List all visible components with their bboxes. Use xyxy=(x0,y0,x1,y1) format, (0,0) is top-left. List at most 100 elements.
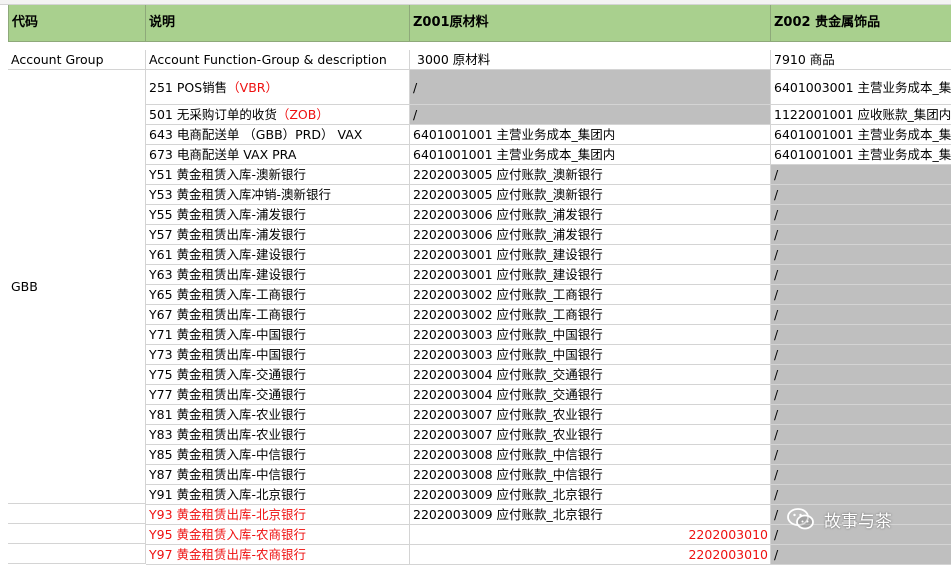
cell-z002-account[interactable]: / xyxy=(771,385,951,405)
cell-z001-account[interactable]: 2202003007 应付账款_农业银行 xyxy=(410,425,771,445)
header-cell-code[interactable]: 代码 xyxy=(8,5,146,42)
description-text: 643 电商配送单 （GBB）PRD） VAX xyxy=(149,127,363,142)
cell-description[interactable]: Y61 黄金租赁入库-建设银行 xyxy=(146,245,410,265)
cell-description[interactable]: Y51 黄金租赁入库-澳新银行 xyxy=(146,165,410,185)
cell-a-empty[interactable] xyxy=(8,504,146,524)
cell-description[interactable]: Y81 黄金租赁入库-农业银行 xyxy=(146,405,410,425)
cell-z001-account[interactable]: 2202003002 应付账款_工商银行 xyxy=(410,285,771,305)
cell-description[interactable]: Y87 黄金租赁出库-中信银行 xyxy=(146,465,410,485)
cell-description[interactable]: Y63 黄金租赁出库-建设银行 xyxy=(146,265,410,285)
header-cell-z001[interactable]: Z001原材料 xyxy=(410,5,771,42)
cell-z001-account[interactable]: 6401001001 主营业务成本_集团内 xyxy=(410,145,771,165)
cell-z002-account[interactable]: / xyxy=(771,225,951,245)
description-text: Y55 黄金租赁入库-浦发银行 xyxy=(149,207,307,222)
description-text: Y83 黄金租赁出库-农业银行 xyxy=(149,427,307,442)
cell-account-group-a[interactable]: Account Group xyxy=(8,50,146,70)
cell-z001-account[interactable]: 2202003007 应付账款_农业银行 xyxy=(410,405,771,425)
cell-z002-account[interactable]: / xyxy=(771,545,951,565)
description-text: Y65 黄金租赁入库-工商银行 xyxy=(149,287,307,302)
cell-z001-account[interactable]: / xyxy=(410,105,771,125)
cell-description[interactable]: Y91 黄金租赁入库-北京银行 xyxy=(146,485,410,505)
cell-z001-account[interactable]: 2202003006 应付账款_浦发银行 xyxy=(410,205,771,225)
cell-description[interactable]: 673 电商配送单 VAX PRA xyxy=(146,145,410,165)
description-text: Y51 黄金租赁入库-澳新银行 xyxy=(149,167,307,182)
cell-z002-account[interactable]: 1122001001 应收账款_集团内 xyxy=(771,105,951,125)
cell-z002-account[interactable]: / xyxy=(771,345,951,365)
cell-description[interactable]: Y57 黄金租赁出库-浦发银行 xyxy=(146,225,410,245)
cell-description[interactable]: Y65 黄金租赁入库-工商银行 xyxy=(146,285,410,305)
cell-z001-account[interactable]: 6401001001 主营业务成本_集团内 xyxy=(410,125,771,145)
cell-z001-account[interactable]: 2202003004 应付账款_交通银行 xyxy=(410,385,771,405)
cell-z002-account[interactable]: / xyxy=(771,445,951,465)
cell-z001-account[interactable]: 2202003010 xyxy=(410,525,771,545)
cell-z002-account[interactable]: / xyxy=(771,245,951,265)
cell-description[interactable]: Y95 黄金租赁入库-农商银行 xyxy=(146,525,410,545)
cell-z001-account[interactable]: 2202003003 应付账款_中国银行 xyxy=(410,325,771,345)
cell-z002-account[interactable]: / xyxy=(771,425,951,445)
cell-z002-account[interactable]: / xyxy=(771,265,951,285)
cell-z001-account[interactable]: 2202003009 应付账款_北京银行 xyxy=(410,485,771,505)
cell-z002-account[interactable]: 6401001001 主营业务成本_集 xyxy=(771,125,951,145)
header-cell-description[interactable]: 说明 xyxy=(146,5,410,42)
cell-z002-account[interactable]: / xyxy=(771,285,951,305)
cell-description[interactable]: Y85 黄金租赁入库-中信银行 xyxy=(146,445,410,465)
description-text: Y81 黄金租赁入库-农业银行 xyxy=(149,407,307,422)
cell-description[interactable]: Y53 黄金租赁入库冲销-澳新银行 xyxy=(146,185,410,205)
cell-z001-account[interactable]: / xyxy=(410,70,771,105)
cell-z002-account[interactable]: / xyxy=(771,325,951,345)
cell-z002-account[interactable]: / xyxy=(771,485,951,505)
description-text: Y71 黄金租赁入库-中国银行 xyxy=(149,327,307,342)
cell-z002-account[interactable]: 6401003001 主营业务成本_集 xyxy=(771,70,951,105)
cell-z001-account[interactable]: 2202003005 应付账款_澳新银行 xyxy=(410,185,771,205)
cell-account-group-c[interactable]: 3000 原材料 xyxy=(410,50,771,70)
cell-z002-account[interactable]: / xyxy=(771,465,951,485)
cell-description[interactable]: Y97 黄金租赁出库-农商银行 xyxy=(146,545,410,565)
cell-z002-account[interactable]: / xyxy=(771,305,951,325)
cell-z001-account[interactable]: 2202003004 应付账款_交通银行 xyxy=(410,365,771,385)
cell-z002-account[interactable]: / xyxy=(771,365,951,385)
description-text: Y57 黄金租赁出库-浦发银行 xyxy=(149,227,307,242)
cell-description[interactable]: Y71 黄金租赁入库-中国银行 xyxy=(146,325,410,345)
cell-a-empty[interactable] xyxy=(8,544,146,564)
description-text: Y97 黄金租赁出库-农商银行 xyxy=(149,547,307,562)
description-text: 673 电商配送单 VAX PRA xyxy=(149,147,297,162)
cell-group-code-gbb[interactable]: GBB xyxy=(8,70,146,504)
cell-z001-account[interactable]: 2202003009 应付账款_北京银行 xyxy=(410,505,771,525)
cell-a-empty[interactable] xyxy=(8,524,146,544)
cell-z001-account[interactable]: 2202003003 应付账款_中国银行 xyxy=(410,345,771,365)
cell-account-group-d[interactable]: 7910 商品 xyxy=(771,50,951,70)
cell-z002-account[interactable]: / xyxy=(771,165,951,185)
cell-description[interactable]: Y67 黄金租赁出库-工商银行 xyxy=(146,305,410,325)
cell-description[interactable]: 501 无采购订单的收货（ZOB） xyxy=(146,105,410,125)
cell-z001-account[interactable]: 2202003006 应付账款_浦发银行 xyxy=(410,225,771,245)
cell-z001-account[interactable]: 2202003001 应付账款_建设银行 xyxy=(410,265,771,285)
cell-z001-account[interactable]: 2202003010 xyxy=(410,545,771,565)
description-text: Y93 黄金租赁出库-北京银行 xyxy=(149,507,307,522)
cell-z001-account[interactable]: 2202003001 应付账款_建设银行 xyxy=(410,245,771,265)
cell-description[interactable]: Y77 黄金租赁出库-交通银行 xyxy=(146,385,410,405)
cell-description[interactable]: 251 POS销售（VBR） xyxy=(146,70,410,105)
cell-z001-account[interactable]: 2202003008 应付账款_中信银行 xyxy=(410,445,771,465)
cell-z002-account[interactable]: / xyxy=(771,405,951,425)
cell-description[interactable]: Y73 黄金租赁出库-中国银行 xyxy=(146,345,410,365)
description-text: Y85 黄金租赁入库-中信银行 xyxy=(149,447,307,462)
cell-account-group-b[interactable]: Account Function-Group & description xyxy=(146,50,410,70)
header-cell-z002[interactable]: Z002 贵金属饰品 xyxy=(771,5,951,42)
cell-z001-account[interactable]: 2202003008 应付账款_中信银行 xyxy=(410,465,771,485)
description-text: 251 POS销售 xyxy=(149,80,228,95)
cell-z001-account[interactable]: 2202003002 应付账款_工商银行 xyxy=(410,305,771,325)
cell-description[interactable]: Y83 黄金租赁出库-农业银行 xyxy=(146,425,410,445)
description-text: Y95 黄金租赁入库-农商银行 xyxy=(149,527,307,542)
description-text: Y67 黄金租赁出库-工商银行 xyxy=(149,307,307,322)
cell-description[interactable]: Y75 黄金租赁入库-交通银行 xyxy=(146,365,410,385)
cell-z001-account[interactable]: 2202003005 应付账款_澳新银行 xyxy=(410,165,771,185)
cell-z002-account[interactable]: / xyxy=(771,185,951,205)
movement-type-tag: （VBR） xyxy=(227,80,278,95)
cell-description[interactable]: Y93 黄金租赁出库-北京银行 xyxy=(146,505,410,525)
description-text: Y73 黄金租赁出库-中国银行 xyxy=(149,347,307,362)
cell-description[interactable]: 643 电商配送单 （GBB）PRD） VAX xyxy=(146,125,410,145)
cell-description[interactable]: Y55 黄金租赁入库-浦发银行 xyxy=(146,205,410,225)
cell-z002-account[interactable]: 6401001001 主营业务成本_集 xyxy=(771,145,951,165)
watermark-text: 故事与茶 xyxy=(824,511,892,532)
cell-z002-account[interactable]: / xyxy=(771,205,951,225)
